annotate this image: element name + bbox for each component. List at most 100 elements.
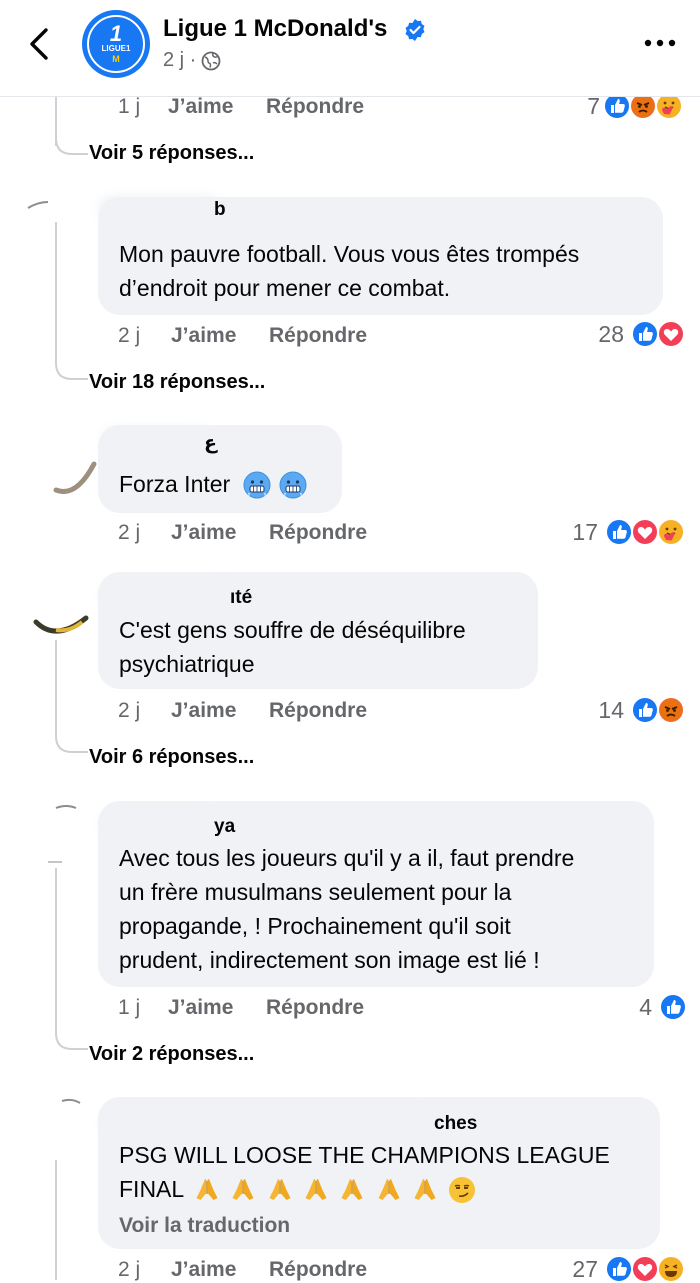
comment-line: PSG WILL LOOSE THE CHAMPIONS LEAGUE [119,1142,610,1168]
like-button[interactable]: J’aime [171,521,236,545]
love-reaction-icon [631,1255,659,1283]
love-reaction-icon [631,518,659,546]
comment-time: 1 j [118,95,141,118]
comment-line: FINAL [119,1176,184,1202]
commenter-avatar[interactable] [26,1095,106,1165]
post-header: 1 LIGUE1 M Ligue 1 McDonald's 2 j · [0,0,700,97]
commenter-name[interactable]: ches [434,1113,477,1135]
reply-button[interactable]: Répondre [269,699,367,723]
reaction-icons[interactable] [631,320,691,348]
like-reaction-icon [605,1255,633,1283]
commenter-name-obscured [106,588,230,604]
like-button[interactable]: J’aime [168,996,233,1020]
commenter-avatar[interactable] [26,430,106,500]
comment-text: Mon pauvre football. Vous vous êtes trom… [119,237,579,305]
commenter-name-obscured [106,817,214,833]
reaction-icons[interactable] [605,1255,691,1283]
smirking-face-emoji-icon [448,1175,477,1204]
more-icon[interactable] [641,30,681,56]
view-replies-link[interactable]: Voir 6 réponses... [89,746,254,769]
cold-face-emoji-icon [243,471,271,499]
view-replies-link[interactable]: Voir 5 réponses... [89,142,254,165]
care-reaction-icon [657,518,685,546]
view-replies-link[interactable]: Voir 2 réponses... [89,1043,254,1066]
reaction-count[interactable]: 7 [540,93,600,120]
commenter-avatar[interactable] [26,800,106,870]
thread-connector [55,120,88,155]
like-reaction-icon [659,993,687,1021]
reaction-icons[interactable] [605,518,691,546]
like-reaction-icon [631,320,659,348]
like-button[interactable]: J’aime [168,95,233,119]
like-button[interactable]: J’aime [171,699,236,723]
comment-text: Forza Inter [119,467,309,501]
commenter-name-obscured [108,433,204,449]
reaction-icons[interactable] [631,696,691,724]
comment-line: C'est gens souffre de déséquilibre [119,617,466,643]
see-translation-link[interactable]: Voir la traduction [119,1214,290,1238]
angry-reaction-icon [657,696,685,724]
comment-line: prudent, indirectement son image est lié… [119,947,540,973]
reply-button[interactable]: Répondre [269,1258,367,1282]
page-avatar[interactable]: 1 LIGUE1 M [82,10,150,78]
commenter-name[interactable]: b [214,199,226,221]
like-reaction-icon [631,696,659,724]
view-replies-link[interactable]: Voir 18 réponses... [89,371,265,394]
reply-button[interactable]: Répondre [266,996,364,1020]
comment-line: Avec tous les joueurs qu'il y a il, faut… [119,845,575,871]
reply-button[interactable]: Répondre [266,95,364,119]
commenter-avatar[interactable] [26,580,106,650]
commenter-name[interactable]: ıté [230,587,252,609]
emoji-row [194,1175,479,1204]
folded-hands-emoji-icon [195,1178,218,1201]
comment-line: Mon pauvre football. Vous vous êtes trom… [119,241,580,267]
love-reaction-icon [657,320,685,348]
folded-hands-emoji-icon [341,1178,364,1201]
comment-time: 2 j [118,699,141,722]
thread-connector [55,345,88,380]
reaction-count[interactable]: 27 [538,1256,598,1283]
comment-time: 2 j [118,324,141,347]
comment-line: propagande, ! Prochainement qu'il soit [119,913,511,939]
folded-hands-emoji-icon [377,1178,400,1201]
page-name[interactable]: Ligue 1 McDonald's [163,15,387,43]
logo-text: LIGUE1 [101,44,131,53]
thread-connector [55,718,88,753]
thread-line [55,868,57,1033]
logo-number: 1 [109,21,123,46]
commenter-name[interactable]: ya [214,816,235,838]
folded-hands-emoji-icon [232,1178,254,1201]
post-meta: 2 j · [163,49,221,72]
like-button[interactable]: J’aime [171,324,236,348]
comment-time: 2 j [118,521,141,544]
reaction-icons[interactable] [659,993,689,1021]
verified-badge-icon [405,19,425,41]
back-arrow-icon[interactable] [22,24,58,64]
comment-line: Forza Inter [119,471,231,497]
folded-hands-emoji-icon [268,1178,291,1201]
comment-time: 2 j [118,1258,141,1281]
post-time: 2 j · [163,49,197,71]
globe-icon [201,51,221,70]
reaction-count[interactable]: 14 [564,697,624,724]
comment-text: C'est gens souffre de déséquilibre psych… [119,613,466,681]
comment-line: d’endroit pour mener ce combat. [119,275,451,301]
thread-connector [55,1015,88,1050]
folded-hands-emoji-icon [305,1178,327,1201]
reply-button[interactable]: Répondre [269,521,367,545]
reaction-count[interactable]: 4 [592,994,652,1021]
commenter-name-obscured [106,1115,434,1131]
reply-button[interactable]: Répondre [269,324,367,348]
reaction-count[interactable]: 28 [564,321,624,348]
comment-line: un frère musulmans seulement pour la [119,879,512,905]
commenter-name[interactable]: ع [204,432,217,455]
like-button[interactable]: J’aime [171,1258,236,1282]
comment-text: Avec tous les joueurs qu'il y a il, faut… [119,841,574,977]
commenter-avatar[interactable] [26,190,106,260]
comment-text: PSG WILL LOOSE THE CHAMPIONS LEAGUE FINA… [119,1138,610,1206]
folded-hands-emoji-icon [414,1178,436,1201]
logo-mcdonalds: M [112,54,120,64]
comment-time: 1 j [118,996,141,1019]
thread-line [55,222,57,362]
reaction-count[interactable]: 17 [538,519,598,546]
